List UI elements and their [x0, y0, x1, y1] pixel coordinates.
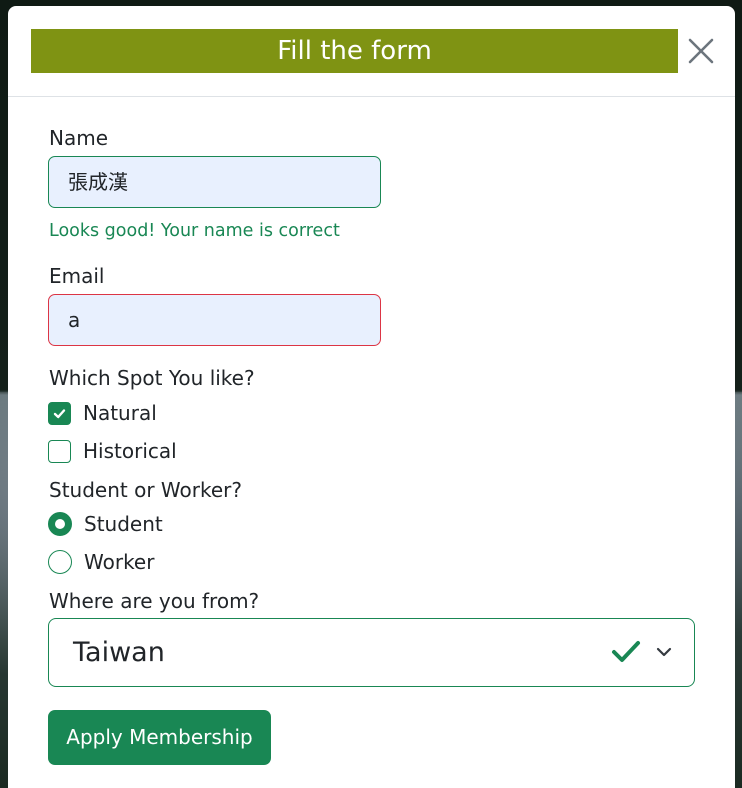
close-icon: [688, 38, 714, 64]
close-button[interactable]: [684, 34, 718, 68]
role-option-student[interactable]: Student: [48, 511, 163, 537]
modal-header: Fill the form: [8, 6, 735, 97]
role-option-worker[interactable]: Worker: [48, 549, 154, 575]
spot-option-natural[interactable]: Natural: [48, 400, 157, 426]
form-modal: Fill the form Name 張成漢 Looks good! Your …: [8, 6, 735, 788]
historical-checkbox[interactable]: [48, 439, 71, 463]
spot-question-label: Which Spot You like?: [49, 366, 255, 390]
country-selected-value: Taiwan: [73, 637, 165, 668]
checkmark-icon: [53, 408, 66, 418]
email-input[interactable]: a: [48, 294, 381, 346]
name-input[interactable]: 張成漢: [48, 156, 381, 208]
modal-title: Fill the form: [31, 29, 678, 73]
spot-option-historical[interactable]: Historical: [48, 438, 177, 464]
natural-checkbox[interactable]: [48, 401, 71, 425]
name-label: Name: [49, 126, 109, 150]
email-label: Email: [49, 264, 105, 288]
apply-membership-button[interactable]: Apply Membership: [48, 710, 271, 765]
country-select[interactable]: Taiwan: [48, 618, 695, 687]
student-label: Student: [84, 512, 163, 536]
valid-check-icon: [612, 641, 640, 662]
worker-label: Worker: [84, 550, 155, 574]
chevron-down-icon: [656, 647, 672, 657]
name-valid-feedback: Looks good! Your name is correct: [49, 221, 340, 241]
country-label: Where are you from?: [49, 589, 260, 613]
student-radio[interactable]: [48, 512, 72, 536]
worker-radio[interactable]: [48, 550, 72, 574]
role-question-label: Student or Worker?: [49, 478, 242, 502]
historical-label: Historical: [83, 439, 177, 463]
radio-dot: [55, 519, 65, 529]
natural-label: Natural: [83, 401, 157, 425]
